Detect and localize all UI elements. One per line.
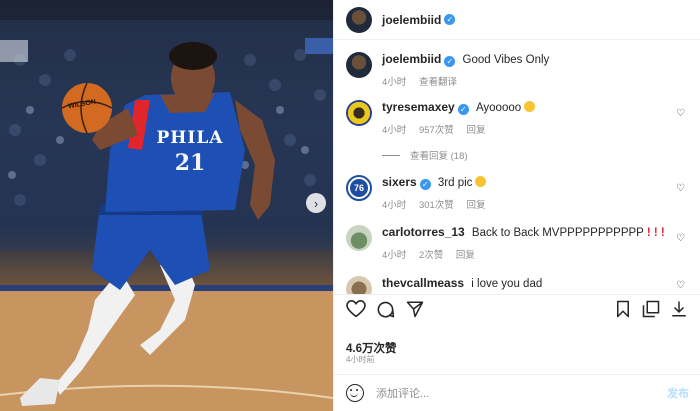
verified-badge-icon: ✓ (419, 179, 431, 190)
comment-text: Back to Back MVPPPPPPPPPPP (471, 227, 644, 239)
comment-text: i love you dad (471, 278, 543, 290)
share-icon[interactable] (406, 300, 424, 318)
laughing-emoji-icon (475, 176, 487, 187)
comment-text: Ayooooo (475, 102, 522, 114)
post-comment-button[interactable]: 发布 (667, 385, 689, 401)
add-comment-bar: 添加评论... 发布 (334, 374, 700, 411)
sixers-logo-icon: 76 (350, 179, 368, 197)
reply-link[interactable]: 回复 (466, 200, 485, 211)
commenter-avatar[interactable]: 76 (346, 175, 372, 201)
comment-username[interactable]: sixers (382, 175, 417, 189)
chevron-right-icon: › (313, 195, 319, 211)
caption-avatar[interactable] (346, 52, 372, 78)
comment-time: 4小时 (382, 200, 407, 211)
comment-username[interactable]: carlotorres_13 (382, 225, 465, 239)
comment-like-heart-icon[interactable]: ♡ (676, 108, 685, 119)
view-replies-label: 查看回复 (18) (410, 151, 468, 162)
download-icon[interactable] (670, 300, 688, 318)
post-time: 4小时前 (346, 355, 375, 364)
smirk-emoji-icon (524, 101, 536, 112)
verified-badge-icon: ✓ (444, 14, 456, 25)
commenter-avatar[interactable] (346, 225, 372, 251)
save-icon[interactable] (642, 300, 660, 318)
view-replies-link[interactable]: 查看回复 (18) (382, 148, 468, 162)
comment-item: 76 sixers ✓ 3rd pic 4小时 301次赞 回复 ♡ (346, 175, 689, 211)
reply-divider (382, 154, 400, 156)
translate-link[interactable]: 查看翻译 (419, 77, 457, 88)
reply-link[interactable]: 回复 (456, 250, 475, 261)
bookmark-icon[interactable] (615, 300, 631, 318)
jersey-team-label: PHILA (156, 128, 224, 148)
emoji-icon[interactable] (346, 384, 364, 402)
jersey-text: PHILA 21 (150, 128, 230, 176)
commenter-avatar[interactable] (346, 276, 372, 294)
reply-link[interactable]: 回复 (466, 125, 485, 136)
post-side-panel: joelembiid ✓ joelembiid ✓ Good Vibes Only… (333, 0, 700, 411)
comment-likes[interactable]: 301次赞 (419, 200, 454, 211)
author-avatar[interactable] (346, 6, 372, 33)
comment-text: 3rd pic (437, 177, 473, 189)
verified-badge-icon: ✓ (444, 56, 456, 67)
comment-likes[interactable]: 957次赞 (419, 125, 454, 136)
comment-username[interactable]: tyresemaxey (382, 100, 455, 114)
comment-like-heart-icon[interactable]: ♡ (676, 280, 685, 291)
caption-time: 4小时 (382, 77, 407, 88)
caption-username[interactable]: joelembiid (382, 52, 441, 66)
next-photo-button[interactable]: › (306, 193, 326, 213)
comment-item: tyresemaxey ✓ Ayooooo 4小时 957次赞 回复 ♡ (346, 100, 689, 136)
comment-likes[interactable]: 2次赞 (419, 250, 443, 261)
comment-icon[interactable] (376, 300, 395, 319)
post-caption: joelembiid ✓ Good Vibes Only 4小时 查看翻译 (346, 52, 689, 88)
post-photo[interactable]: PHILA 21 WILSON › (0, 0, 333, 411)
comment-like-heart-icon[interactable]: ♡ (676, 183, 685, 194)
comment-item: carlotorres_13 Back to Back MVPPPPPPPPPP… (346, 225, 689, 261)
verified-badge-icon: ✓ (457, 104, 469, 115)
author-username[interactable]: joelembiid (382, 13, 441, 27)
instagram-post-modal: PHILA 21 WILSON › joelembiid ✓ joelembii… (0, 0, 700, 411)
basketball-player-illustration (0, 20, 333, 411)
comment-username[interactable]: thevcallmeass (382, 276, 464, 290)
comment-item: thevcallmeass i love you dad ♡ (346, 276, 689, 294)
heart-icon[interactable] (346, 300, 366, 318)
comment-input[interactable]: 添加评论... (376, 385, 667, 401)
exclamation-marks: ! ! ! (646, 227, 665, 239)
post-header: joelembiid ✓ (334, 0, 700, 40)
comment-time: 4小时 (382, 250, 407, 261)
comment-like-heart-icon[interactable]: ♡ (676, 233, 685, 244)
commenter-avatar[interactable] (346, 100, 372, 126)
caption-text: Good Vibes Only (462, 54, 550, 66)
jersey-number: 21 (174, 150, 206, 176)
comment-time: 4小时 (382, 125, 407, 136)
